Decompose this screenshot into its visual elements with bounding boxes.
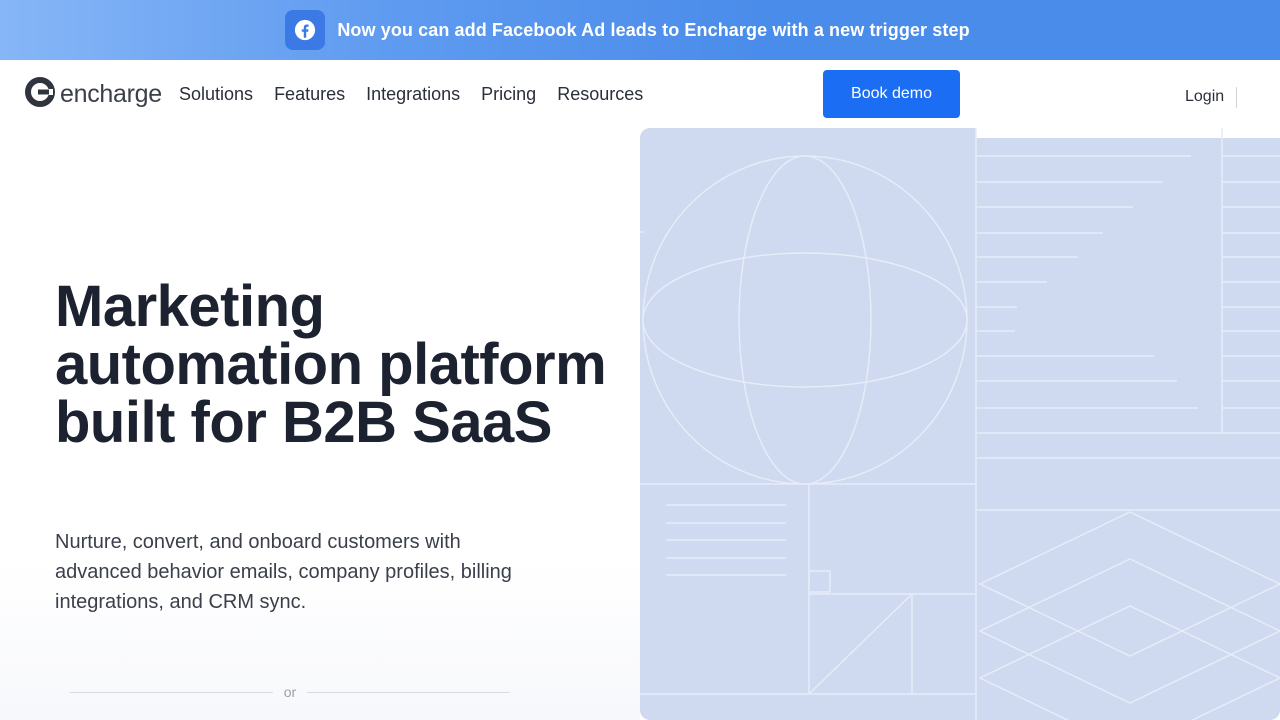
nav-separator	[1236, 87, 1237, 108]
nav-integrations[interactable]: Integrations	[366, 84, 460, 105]
logo[interactable]: encharge	[24, 76, 162, 113]
facebook-icon	[285, 10, 326, 50]
banner-text: Now you can add Facebook Ad leads to Enc…	[337, 19, 970, 40]
encharge-logo-icon	[24, 76, 56, 113]
top-nav: encharge Solutions Features Integrations…	[0, 60, 1280, 128]
nav-pricing[interactable]: Pricing	[481, 84, 536, 105]
nav-links: Solutions Features Integrations Pricing …	[179, 84, 643, 105]
hero-subtext: Nurture, convert, and onboard customers …	[55, 531, 512, 613]
login-link[interactable]: Login	[1185, 88, 1224, 106]
logo-text: encharge	[60, 80, 162, 108]
hero-headline: Marketing automation platform built for …	[55, 274, 607, 455]
divider-line-right	[307, 692, 510, 693]
hero-illustration	[640, 128, 1280, 720]
announcement-banner[interactable]: Now you can add Facebook Ad leads to Enc…	[0, 0, 1280, 60]
nav-solutions[interactable]: Solutions	[179, 84, 253, 105]
book-demo-button[interactable]: Book demo	[823, 70, 960, 118]
nav-features[interactable]: Features	[274, 84, 345, 105]
nav-resources[interactable]: Resources	[557, 84, 643, 105]
or-divider: or	[70, 683, 510, 703]
